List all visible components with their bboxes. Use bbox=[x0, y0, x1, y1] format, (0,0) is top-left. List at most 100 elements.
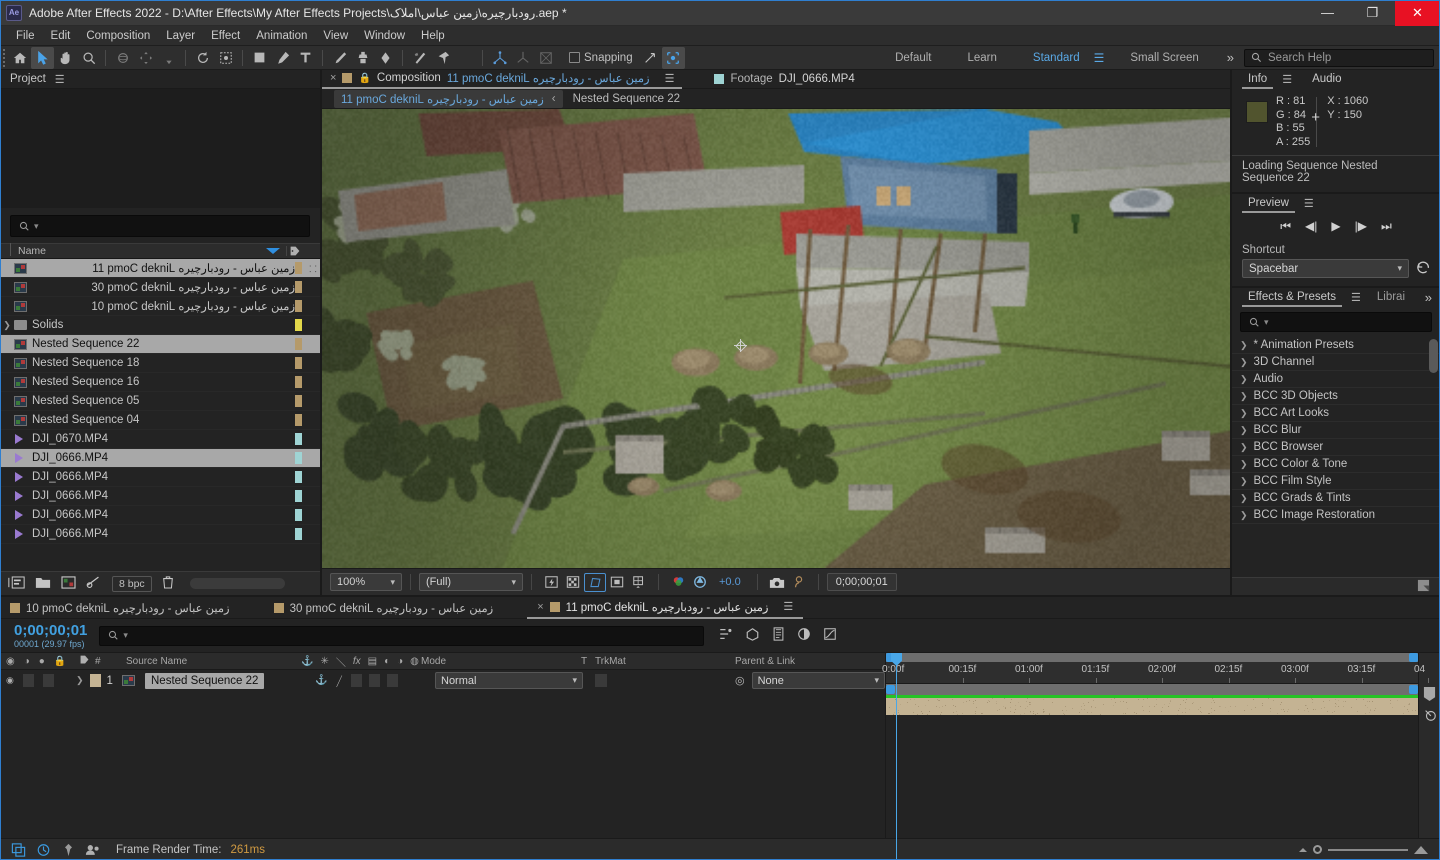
column-label-header[interactable] bbox=[286, 246, 302, 256]
label-color-swatch[interactable] bbox=[295, 395, 302, 407]
workspace-menu-icon[interactable]: ☰ bbox=[1086, 51, 1113, 65]
video-visibility-icon[interactable]: ◉ bbox=[6, 675, 14, 686]
channels-icon[interactable] bbox=[667, 573, 689, 592]
maximize-button[interactable]: ❐ bbox=[1350, 0, 1395, 26]
parent-select[interactable]: None ▾ bbox=[752, 672, 885, 689]
layer-label-color[interactable] bbox=[90, 674, 101, 687]
parent-link-header[interactable]: Parent & Link bbox=[735, 656, 885, 667]
column-name-header[interactable]: Name bbox=[0, 245, 266, 257]
type-tool-icon[interactable] bbox=[294, 47, 317, 69]
motion-blur-switch-icon[interactable]: ◐ bbox=[384, 656, 390, 667]
close-tab-icon[interactable]: × bbox=[537, 601, 543, 613]
effects-search-input[interactable]: ▾ bbox=[1240, 312, 1432, 332]
exposure-reset-icon[interactable] bbox=[689, 573, 711, 592]
close-tab-icon[interactable]: × bbox=[330, 72, 336, 84]
tab-footage[interactable]: Footage DJI_0666.MP4 bbox=[706, 70, 862, 89]
label-color-swatch[interactable] bbox=[295, 414, 302, 426]
chevron-right-icon[interactable]: ❯ bbox=[1240, 459, 1248, 470]
new-comp-icon[interactable] bbox=[8, 576, 25, 592]
orbit-tool-icon[interactable] bbox=[111, 47, 134, 69]
label-color-swatch[interactable] bbox=[295, 319, 302, 331]
sort-descending-icon[interactable] bbox=[266, 248, 280, 254]
time-ruler[interactable]: 0:00f 00:15f 01:00f 01:15f 02:00f 02:15f 03:00… bbox=[886, 662, 1418, 684]
workspace-overflow-icon[interactable]: » bbox=[1217, 50, 1244, 65]
workspace-learn[interactable]: Learn bbox=[950, 52, 1015, 64]
menu-item-help[interactable]: Help bbox=[413, 26, 453, 46]
lock-icon[interactable]: 🔒 bbox=[358, 73, 370, 84]
info-panel-menu-icon[interactable]: ☰ bbox=[1282, 73, 1292, 86]
work-area-end-handle[interactable] bbox=[1409, 653, 1418, 662]
chevron-right-icon[interactable]: ❯ bbox=[1240, 391, 1248, 402]
track-work-area[interactable] bbox=[886, 684, 1418, 695]
frame-blend-switch[interactable] bbox=[369, 674, 380, 687]
label-color-swatch[interactable] bbox=[295, 433, 302, 445]
sync-settings-icon[interactable] bbox=[35, 843, 51, 857]
delete-icon[interactable] bbox=[162, 575, 174, 592]
shortcut-select[interactable]: Spacebar ▾ bbox=[1242, 259, 1409, 278]
project-item[interactable]: زمین عباس - رودبارچیره Linked Comp 01 bbox=[0, 297, 320, 316]
project-item[interactable]: زمین عباس - رودبارچیره Linked Comp 11 ⸬ bbox=[0, 259, 320, 278]
timeline-tab-comp-11[interactable]: × زمین عباس - رودبارچیره Linked Comp 11 … bbox=[527, 597, 803, 619]
motion-blur-switch[interactable] bbox=[387, 674, 398, 687]
chevron-right-icon[interactable]: ❯ bbox=[1240, 408, 1248, 419]
exposure-value[interactable]: +0.0 bbox=[711, 573, 749, 591]
effects-panel-menu-icon[interactable]: ☰ bbox=[1351, 291, 1361, 304]
pick-whip-icon[interactable]: ◎ bbox=[735, 674, 745, 687]
project-item[interactable]: DJI_0670.MP4 bbox=[0, 430, 320, 449]
adjustment-layer-icon[interactable]: ◑ bbox=[397, 656, 403, 667]
shy-switch-icon[interactable]: ⚓ bbox=[315, 675, 327, 686]
lock-icon[interactable]: 🔒 bbox=[54, 656, 66, 667]
tab-composition[interactable]: × 🔒 Composition زمین عباس - رودبارچیره L… bbox=[322, 70, 682, 89]
label-color-swatch[interactable] bbox=[295, 281, 302, 293]
mode-header[interactable]: Mode bbox=[421, 656, 581, 667]
reset-shortcut-icon[interactable] bbox=[1416, 260, 1432, 277]
effects-category-item[interactable]: ❯ BCC Blur bbox=[1232, 422, 1440, 439]
anchor-point-icon[interactable] bbox=[734, 339, 747, 352]
label-color-swatch[interactable] bbox=[295, 490, 302, 502]
timeline-tab-comp-01[interactable]: زمین عباس - رودبارچیره Linked Comp 01 bbox=[0, 597, 240, 619]
playhead-line[interactable] bbox=[896, 662, 897, 860]
shy-switch-icon[interactable]: ⚓ bbox=[301, 656, 313, 667]
clone-stamp-tool-icon[interactable] bbox=[351, 47, 374, 69]
grid-guides-icon[interactable] bbox=[628, 573, 650, 592]
3d-axis-alt-icon[interactable] bbox=[511, 47, 534, 69]
project-item[interactable]: Nested Sequence 04 bbox=[0, 411, 320, 430]
chevron-right-icon[interactable]: ❯ bbox=[1240, 476, 1248, 487]
effects-category-item[interactable]: ❯ * Animation Presets bbox=[1232, 337, 1440, 354]
track-end-handle[interactable] bbox=[1409, 685, 1418, 694]
track-start-handle[interactable] bbox=[886, 685, 895, 694]
close-button[interactable]: ✕ bbox=[1395, 0, 1440, 26]
region-of-interest-icon[interactable] bbox=[606, 573, 628, 592]
current-time-group[interactable]: 0;00;00;01 00001 (29.97 fps) bbox=[0, 623, 87, 649]
blend-mode-select[interactable]: Normal ▾ bbox=[435, 672, 583, 689]
keyframe-navigator-icon[interactable] bbox=[1419, 685, 1440, 702]
effects-switch[interactable] bbox=[351, 674, 362, 687]
menu-item-file[interactable]: File bbox=[8, 26, 43, 46]
effects-overflow-icon[interactable]: » bbox=[1415, 290, 1440, 305]
project-item[interactable]: DJI_0666.MP4 bbox=[0, 525, 320, 544]
graph-editor-icon[interactable] bbox=[823, 627, 837, 644]
effects-category-item[interactable]: ❯ BCC Grads & Tints bbox=[1232, 490, 1440, 507]
tab-project[interactable]: Project bbox=[10, 73, 46, 85]
effects-category-item[interactable]: ❯ BCC Image Restoration bbox=[1232, 507, 1440, 524]
workspace-standard[interactable]: Standard bbox=[1015, 52, 1086, 64]
effects-scrollbar[interactable] bbox=[1429, 339, 1438, 373]
menu-item-view[interactable]: View bbox=[315, 26, 356, 46]
search-help-field[interactable]: Search Help bbox=[1244, 49, 1434, 67]
viewer-timecode[interactable]: 0;00;00;01 bbox=[827, 573, 897, 591]
next-frame-icon[interactable]: |▶ bbox=[1355, 219, 1367, 234]
table-row[interactable]: ◉ ❯ 1 Nested Sequence 22 ⚓ ／ Normal ▾ ◎ None ▾ bbox=[0, 670, 885, 691]
source-name-header[interactable]: Source Name bbox=[122, 656, 301, 667]
tab-effects-presets[interactable]: Effects & Presets bbox=[1242, 288, 1342, 307]
tab-audio[interactable]: Audio bbox=[1306, 70, 1347, 89]
layer-name[interactable]: Nested Sequence 22 bbox=[145, 673, 264, 689]
project-panel-menu-icon[interactable]: ☰ bbox=[55, 73, 65, 86]
effects-category-list[interactable]: ❯ * Animation Presets ❯ 3D Channel ❯ Audio ❯ BC… bbox=[1232, 337, 1440, 577]
quality-switch-icon[interactable]: ＼ bbox=[336, 654, 346, 669]
project-search-input[interactable]: ▾ bbox=[10, 215, 310, 237]
effects-category-item[interactable]: ❯ BCC Browser bbox=[1232, 439, 1440, 456]
solo-toggle[interactable] bbox=[43, 674, 54, 687]
effects-category-item[interactable]: ❯ 3D Channel bbox=[1232, 354, 1440, 371]
chevron-right-icon[interactable]: ❯ bbox=[1240, 425, 1248, 436]
label-color-swatch[interactable] bbox=[295, 452, 302, 464]
